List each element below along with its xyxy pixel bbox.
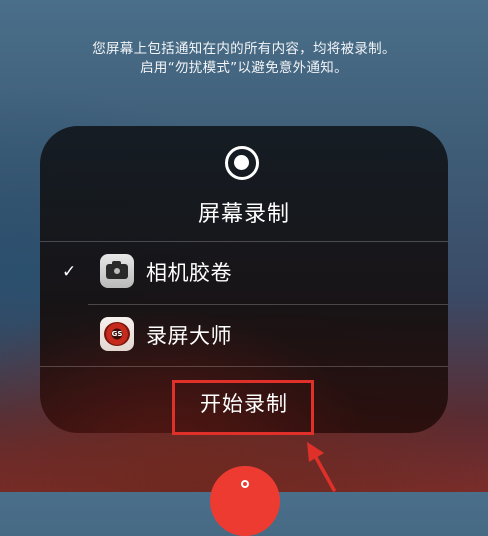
notice-line-1: 您屏幕上包括通知在内的所有内容，均将被录制。 (92, 41, 396, 57)
checkmark-icon: ✓ (62, 262, 77, 282)
highlight-box (172, 380, 314, 435)
annotation-arrow-icon (307, 442, 336, 492)
notice-line-2: 启用“勿扰模式”以避免意外通知。 (140, 60, 348, 76)
record-icon (225, 146, 259, 180)
camera-app-icon (100, 254, 134, 288)
panel-title: 屏幕录制 (197, 202, 290, 227)
option-label: 录屏大师 (146, 324, 232, 348)
option-screen-recorder[interactable]: GS 录屏大师 (40, 305, 448, 367)
recording-notice: 您屏幕上包括通知在内的所有内容，均将被录制。 启用“勿扰模式”以避免意外通知。 (0, 40, 488, 78)
record-control-button[interactable] (210, 466, 280, 536)
option-camera-roll[interactable]: ✓ 相机胶卷 (40, 242, 448, 304)
option-label: 相机胶卷 (146, 261, 232, 285)
record-control-icon (241, 480, 249, 488)
divider (40, 366, 448, 367)
screen-recorder-app-icon: GS (100, 317, 134, 351)
